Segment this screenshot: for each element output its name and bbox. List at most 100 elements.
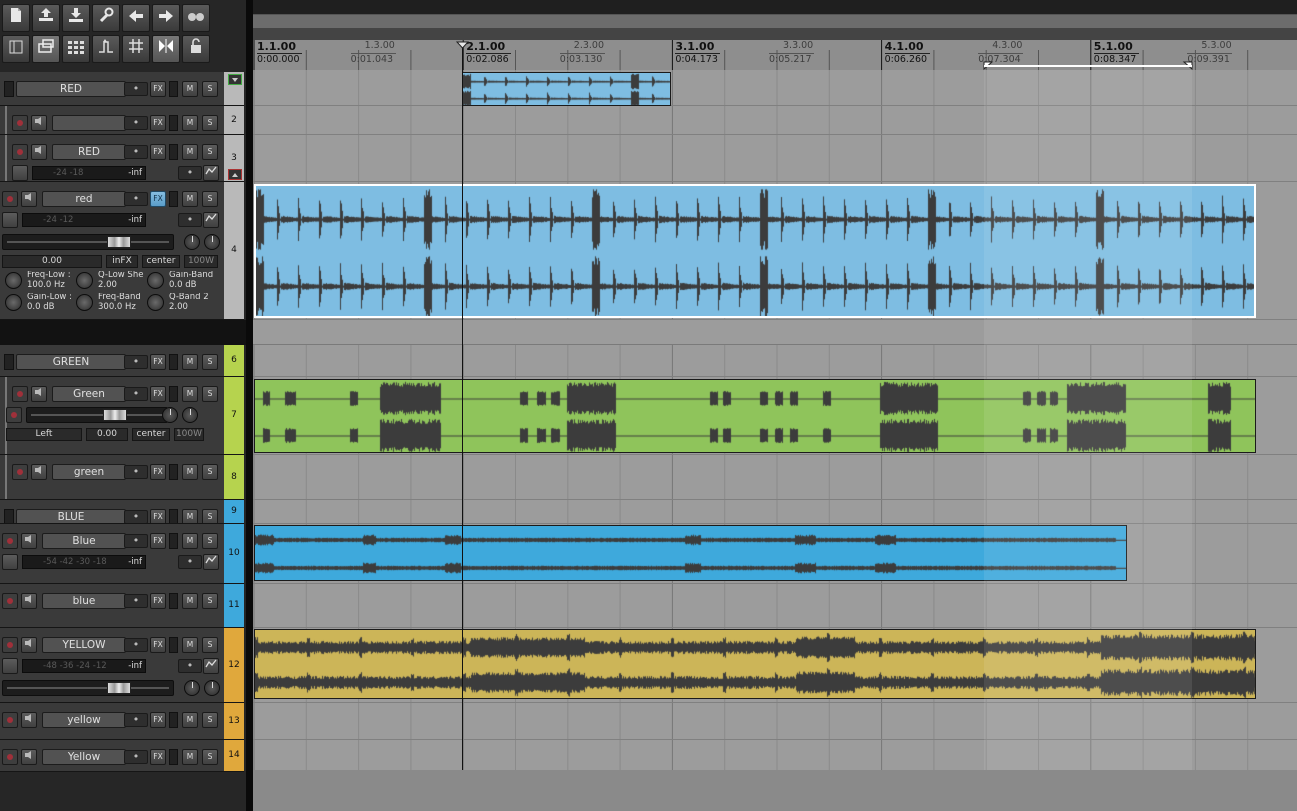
- snap-grid-button[interactable]: [122, 35, 150, 63]
- mute-button[interactable]: M: [182, 144, 198, 160]
- settings-button[interactable]: [92, 4, 120, 32]
- mute-button[interactable]: M: [182, 386, 198, 402]
- track-name[interactable]: [52, 115, 126, 131]
- fx-button[interactable]: FX: [150, 354, 166, 370]
- phase-icon[interactable]: •: [124, 713, 148, 727]
- mute-button[interactable]: M: [182, 115, 198, 131]
- fx-button[interactable]: FX: [150, 386, 166, 402]
- track-name[interactable]: GREEN: [16, 354, 126, 370]
- solo-button[interactable]: S: [202, 533, 218, 549]
- fx-bypass[interactable]: [169, 712, 178, 728]
- track-name[interactable]: RED: [52, 144, 126, 160]
- mute-button[interactable]: M: [182, 637, 198, 653]
- volume-fader[interactable]: [2, 234, 174, 250]
- record-arm-button[interactable]: [2, 191, 18, 207]
- width-readout[interactable]: 100W: [184, 255, 218, 268]
- fx-bypass[interactable]: [169, 533, 178, 549]
- track-10[interactable]: 10 Blue • FX M S -54 -42 -30 -18 -inf •: [0, 524, 244, 584]
- automation-icon[interactable]: [203, 554, 219, 570]
- record-arm-button[interactable]: [2, 593, 18, 609]
- pan-knob[interactable]: [184, 680, 200, 696]
- fx-bypass[interactable]: [169, 191, 178, 207]
- track-name[interactable]: Yellow: [42, 749, 126, 765]
- track-name[interactable]: yellow: [42, 712, 126, 728]
- track-6[interactable]: 6 GREEN • FX M S: [0, 345, 244, 377]
- envelope-icon[interactable]: [2, 554, 18, 570]
- fx-bypass[interactable]: [169, 464, 178, 480]
- record-arm-button[interactable]: [12, 464, 28, 480]
- monitor-icon[interactable]: [21, 593, 37, 609]
- solo-button[interactable]: S: [202, 749, 218, 765]
- track-12[interactable]: 12 YELLOW • FX M S -48 -36 -24 -12 -inf •: [0, 628, 244, 703]
- envelope-icon[interactable]: [12, 165, 28, 181]
- arrange-view[interactable]: 1.1.00 0:00.000 2.1.00 0:02.086 3.1.00 0:04.1…: [253, 0, 1297, 811]
- layout-button[interactable]: [2, 35, 30, 63]
- fx-bypass[interactable]: [169, 81, 178, 97]
- redo-button[interactable]: [152, 4, 180, 32]
- track-name[interactable]: RED: [16, 81, 126, 97]
- input-monitor-icon[interactable]: •: [178, 166, 202, 180]
- monitor-icon[interactable]: [21, 712, 37, 728]
- width-knob[interactable]: [204, 680, 220, 696]
- solo-button[interactable]: S: [202, 115, 218, 131]
- track-1[interactable]: RED • FX M S: [0, 72, 244, 106]
- solo-button[interactable]: S: [202, 637, 218, 653]
- width-knob[interactable]: [182, 407, 198, 423]
- fx-param-knob[interactable]: Q-Band 2 2.00: [147, 293, 220, 313]
- routing-button[interactable]: [92, 35, 120, 63]
- fx-bypass[interactable]: [169, 144, 178, 160]
- monitor-icon[interactable]: [21, 637, 37, 653]
- solo-button[interactable]: S: [202, 144, 218, 160]
- volume-readout[interactable]: 0.00: [2, 255, 102, 268]
- mute-button[interactable]: M: [182, 749, 198, 765]
- phase-icon[interactable]: •: [124, 82, 148, 96]
- input-monitor-icon[interactable]: •: [178, 659, 202, 673]
- solo-button[interactable]: S: [202, 191, 218, 207]
- fx-bypass[interactable]: [169, 509, 178, 523]
- fx-param-knob[interactable]: Freq-Band 300.0 Hz: [76, 293, 149, 313]
- input-monitor-icon[interactable]: •: [178, 213, 202, 227]
- pan-readout[interactable]: center: [132, 428, 170, 441]
- ripple-edit-button[interactable]: [152, 35, 180, 63]
- infx-button[interactable]: inFX: [106, 255, 138, 268]
- undo-button[interactable]: [122, 4, 150, 32]
- fx-button[interactable]: FX: [150, 115, 166, 131]
- track-name[interactable]: Blue: [42, 533, 126, 549]
- phase-icon[interactable]: •: [124, 594, 148, 608]
- phase-icon[interactable]: •: [124, 510, 148, 523]
- tcp-splitter[interactable]: [246, 0, 253, 811]
- monitor-icon[interactable]: [31, 386, 47, 402]
- track-13[interactable]: 13 yellow • FX M S: [0, 703, 244, 740]
- fx-bypass[interactable]: [169, 354, 178, 370]
- mute-button[interactable]: M: [182, 712, 198, 728]
- fx-bypass[interactable]: [169, 386, 178, 402]
- monitor-icon[interactable]: [31, 115, 47, 131]
- track-9[interactable]: 9 BLUE • FX M S: [0, 500, 244, 524]
- mute-button[interactable]: M: [182, 593, 198, 609]
- fx-bypass[interactable]: [169, 749, 178, 765]
- fx-param-knob[interactable]: Freq-Low :100.0 Hz: [5, 271, 78, 291]
- record-arm-button[interactable]: [12, 115, 28, 131]
- solo-button[interactable]: S: [202, 354, 218, 370]
- fx-bypass[interactable]: [169, 593, 178, 609]
- record-arm-button[interactable]: [12, 144, 28, 160]
- volume-fader[interactable]: [2, 680, 174, 696]
- fx-button[interactable]: FX: [150, 144, 166, 160]
- fx-param-knob[interactable]: Q-Low She 2.00: [76, 271, 149, 291]
- folder-collapse-icon[interactable]: [228, 74, 242, 85]
- solo-button[interactable]: S: [202, 386, 218, 402]
- automation-icon[interactable]: [203, 212, 219, 228]
- monitor-icon[interactable]: [31, 144, 47, 160]
- grid-view-button[interactable]: [62, 35, 90, 63]
- fx-button[interactable]: FX: [150, 533, 166, 549]
- phase-icon[interactable]: •: [124, 192, 148, 206]
- mute-button[interactable]: M: [182, 509, 198, 523]
- phase-icon[interactable]: •: [124, 116, 148, 130]
- record-arm-button[interactable]: [2, 637, 18, 653]
- record-arm-button[interactable]: [12, 386, 28, 402]
- pan-law-readout[interactable]: Left: [6, 428, 82, 441]
- monitor-icon[interactable]: [21, 749, 37, 765]
- track-name[interactable]: red: [42, 191, 126, 207]
- phase-icon[interactable]: •: [124, 387, 148, 401]
- fx-param-knob[interactable]: Gain-Band 0.0 dB: [147, 271, 220, 291]
